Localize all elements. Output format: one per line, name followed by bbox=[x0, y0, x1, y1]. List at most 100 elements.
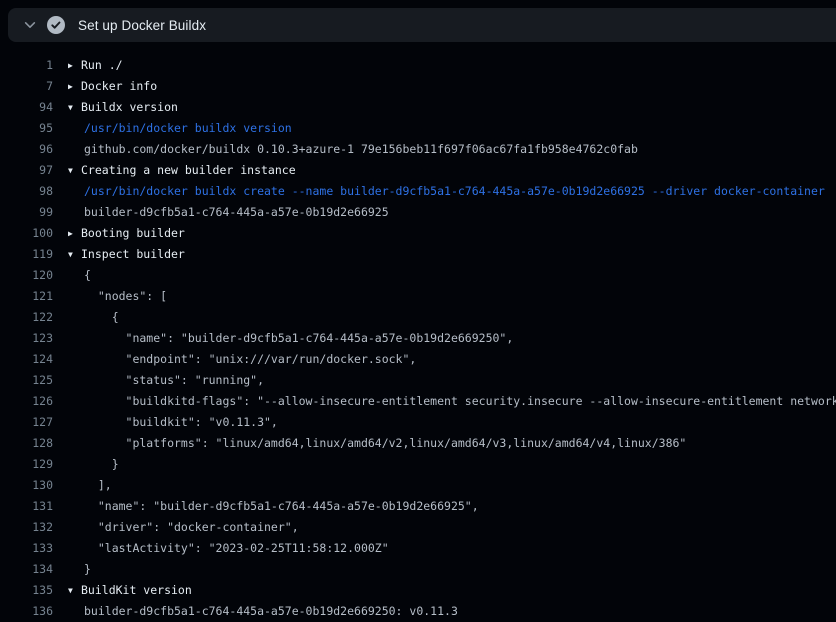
line-number[interactable]: 132 bbox=[0, 517, 53, 538]
line-number[interactable]: 7 bbox=[0, 76, 53, 97]
actions-log-viewer: { "colors": { "page_background": "#02040… bbox=[0, 8, 836, 612]
group-row-content: ▶Booting builder bbox=[53, 223, 185, 244]
step-title: Set up Docker Buildx bbox=[78, 18, 206, 33]
triangle-down-icon: ▼ bbox=[68, 244, 81, 265]
output-text: } bbox=[53, 559, 91, 580]
output-text: ], bbox=[53, 475, 112, 496]
line-number[interactable]: 136 bbox=[0, 601, 53, 622]
output-text: "platforms": "linux/amd64,linux/amd64/v2… bbox=[53, 433, 686, 454]
line-number[interactable]: 133 bbox=[0, 538, 53, 559]
output-text: "driver": "docker-container", bbox=[53, 517, 299, 538]
log-line: 121 "nodes": [ bbox=[0, 286, 836, 307]
log-line: 125 "status": "running", bbox=[0, 370, 836, 391]
line-number[interactable]: 1 bbox=[0, 55, 53, 76]
log-line[interactable]: 100▶Booting builder bbox=[0, 223, 836, 244]
log-line: 131 "name": "builder-d9cfb5a1-c764-445a-… bbox=[0, 496, 836, 517]
line-number[interactable]: 123 bbox=[0, 328, 53, 349]
output-text: github.com/docker/buildx 0.10.3+azure-1 … bbox=[53, 139, 638, 160]
line-number[interactable]: 124 bbox=[0, 349, 53, 370]
log-line: 127 "buildkit": "v0.11.3", bbox=[0, 412, 836, 433]
group-row-content: ▶Run ./ bbox=[53, 55, 123, 76]
line-number[interactable]: 127 bbox=[0, 412, 53, 433]
log-line[interactable]: 1▶Run ./ bbox=[0, 55, 836, 76]
log-line: 136builder-d9cfb5a1-c764-445a-a57e-0b19d… bbox=[0, 601, 836, 622]
output-text: "name": "builder-d9cfb5a1-c764-445a-a57e… bbox=[53, 328, 513, 349]
line-number[interactable]: 128 bbox=[0, 433, 53, 454]
triangle-down-icon: ▼ bbox=[68, 97, 81, 118]
output-text: "endpoint": "unix:///var/run/docker.sock… bbox=[53, 349, 416, 370]
output-text: builder-d9cfb5a1-c764-445a-a57e-0b19d2e6… bbox=[53, 202, 389, 223]
line-number[interactable]: 129 bbox=[0, 454, 53, 475]
log-line[interactable]: 135▼BuildKit version bbox=[0, 580, 836, 601]
log-line: 99builder-d9cfb5a1-c764-445a-a57e-0b19d2… bbox=[0, 202, 836, 223]
command-text: /usr/bin/docker buildx create --name bui… bbox=[53, 181, 825, 202]
log-line: 98/usr/bin/docker buildx create --name b… bbox=[0, 181, 836, 202]
line-number[interactable]: 120 bbox=[0, 265, 53, 286]
output-text: "buildkitd-flags": "--allow-insecure-ent… bbox=[53, 391, 836, 412]
output-text: "lastActivity": "2023-02-25T11:58:12.000… bbox=[53, 538, 389, 559]
log-line: 122 { bbox=[0, 307, 836, 328]
line-number[interactable]: 100 bbox=[0, 223, 53, 244]
log-line: 128 "platforms": "linux/amd64,linux/amd6… bbox=[0, 433, 836, 454]
line-number[interactable]: 121 bbox=[0, 286, 53, 307]
triangle-right-icon: ▶ bbox=[68, 55, 81, 76]
log-line: 126 "buildkitd-flags": "--allow-insecure… bbox=[0, 391, 836, 412]
log-line: 96github.com/docker/buildx 0.10.3+azure-… bbox=[0, 139, 836, 160]
log-line: 129 } bbox=[0, 454, 836, 475]
log-line: 95/usr/bin/docker buildx version bbox=[0, 118, 836, 139]
log-line: 130 ], bbox=[0, 475, 836, 496]
line-number[interactable]: 135 bbox=[0, 580, 53, 601]
log-line: 134} bbox=[0, 559, 836, 580]
log-line: 133 "lastActivity": "2023-02-25T11:58:12… bbox=[0, 538, 836, 559]
log-line[interactable]: 119▼Inspect builder bbox=[0, 244, 836, 265]
log-line: 124 "endpoint": "unix:///var/run/docker.… bbox=[0, 349, 836, 370]
command-text: /usr/bin/docker buildx version bbox=[53, 118, 292, 139]
output-text: } bbox=[53, 454, 119, 475]
log-line: 132 "driver": "docker-container", bbox=[0, 517, 836, 538]
group-title: Creating a new builder instance bbox=[81, 163, 296, 177]
line-number[interactable]: 98 bbox=[0, 181, 53, 202]
line-number[interactable]: 126 bbox=[0, 391, 53, 412]
log-line: 123 "name": "builder-d9cfb5a1-c764-445a-… bbox=[0, 328, 836, 349]
output-text: { bbox=[53, 265, 91, 286]
log-lines: 1▶Run ./7▶Docker info94▼Buildx version95… bbox=[0, 42, 836, 622]
group-title: Docker info bbox=[81, 79, 157, 93]
triangle-right-icon: ▶ bbox=[68, 223, 81, 244]
log-line[interactable]: 94▼Buildx version bbox=[0, 97, 836, 118]
log-line: 120{ bbox=[0, 265, 836, 286]
group-row-content: ▶Docker info bbox=[53, 76, 157, 97]
log-line[interactable]: 7▶Docker info bbox=[0, 76, 836, 97]
line-number[interactable]: 97 bbox=[0, 160, 53, 181]
check-circle-icon bbox=[47, 16, 65, 34]
group-row-content: ▼BuildKit version bbox=[53, 580, 192, 601]
line-number[interactable]: 134 bbox=[0, 559, 53, 580]
triangle-right-icon: ▶ bbox=[68, 76, 81, 97]
chevron-down-icon[interactable] bbox=[18, 13, 42, 37]
output-text: "name": "builder-d9cfb5a1-c764-445a-a57e… bbox=[53, 496, 479, 517]
group-row-content: ▼Buildx version bbox=[53, 97, 178, 118]
triangle-down-icon: ▼ bbox=[68, 580, 81, 601]
output-text: "nodes": [ bbox=[53, 286, 167, 307]
line-number[interactable]: 125 bbox=[0, 370, 53, 391]
group-title: BuildKit version bbox=[81, 583, 192, 597]
step-header[interactable]: Set up Docker Buildx bbox=[8, 8, 836, 42]
line-number[interactable]: 94 bbox=[0, 97, 53, 118]
group-row-content: ▼Inspect builder bbox=[53, 244, 185, 265]
group-title: Inspect builder bbox=[81, 247, 185, 261]
line-number[interactable]: 130 bbox=[0, 475, 53, 496]
line-number[interactable]: 99 bbox=[0, 202, 53, 223]
line-number[interactable]: 122 bbox=[0, 307, 53, 328]
output-text: "status": "running", bbox=[53, 370, 264, 391]
line-number[interactable]: 96 bbox=[0, 139, 53, 160]
log-line[interactable]: 97▼Creating a new builder instance bbox=[0, 160, 836, 181]
line-number[interactable]: 119 bbox=[0, 244, 53, 265]
output-text: { bbox=[53, 307, 119, 328]
group-title: Booting builder bbox=[81, 226, 185, 240]
group-title: Buildx version bbox=[81, 100, 178, 114]
output-text: "buildkit": "v0.11.3", bbox=[53, 412, 278, 433]
line-number[interactable]: 95 bbox=[0, 118, 53, 139]
line-number[interactable]: 131 bbox=[0, 496, 53, 517]
output-text: builder-d9cfb5a1-c764-445a-a57e-0b19d2e6… bbox=[53, 601, 458, 622]
triangle-down-icon: ▼ bbox=[68, 160, 81, 181]
group-row-content: ▼Creating a new builder instance bbox=[53, 160, 296, 181]
